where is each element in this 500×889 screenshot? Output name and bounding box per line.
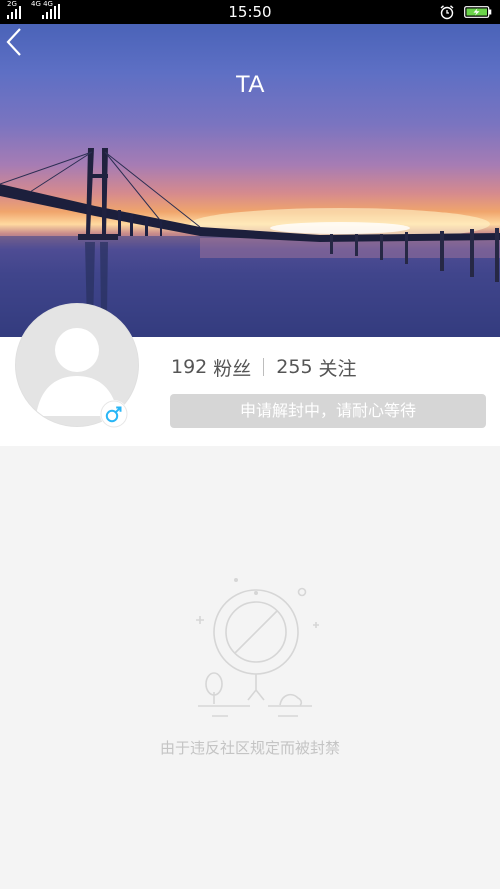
profile-screen: 2G 4G 4G 15:50 TA 192 粉丝 255 关注 申请解封中，请耐… bbox=[0, 0, 500, 889]
unban-status-button[interactable]: 申请解封中，请耐心等待 bbox=[170, 394, 486, 428]
banned-sign-icon bbox=[196, 578, 319, 717]
alarm-icon bbox=[440, 5, 454, 20]
followers-count[interactable]: 192 bbox=[171, 356, 207, 378]
status-bar: 2G 4G 4G 15:50 bbox=[0, 0, 500, 24]
male-icon bbox=[100, 400, 128, 428]
following-count[interactable]: 255 bbox=[276, 356, 312, 378]
followers-label[interactable]: 粉丝 bbox=[213, 354, 251, 381]
profile-stats: 192 粉丝 255 关注 bbox=[171, 353, 363, 381]
status-time: 15:50 bbox=[228, 3, 272, 21]
battery-charging-icon bbox=[464, 6, 492, 18]
page-title: TA bbox=[235, 71, 265, 98]
cover-image: TA bbox=[0, 24, 500, 337]
empty-state-message: 由于违反社区规定而被封禁 bbox=[159, 739, 340, 757]
back-button[interactable] bbox=[0, 24, 30, 60]
chevron-left-icon bbox=[6, 28, 21, 56]
following-label[interactable]: 关注 bbox=[319, 354, 357, 381]
stats-divider bbox=[263, 358, 265, 376]
